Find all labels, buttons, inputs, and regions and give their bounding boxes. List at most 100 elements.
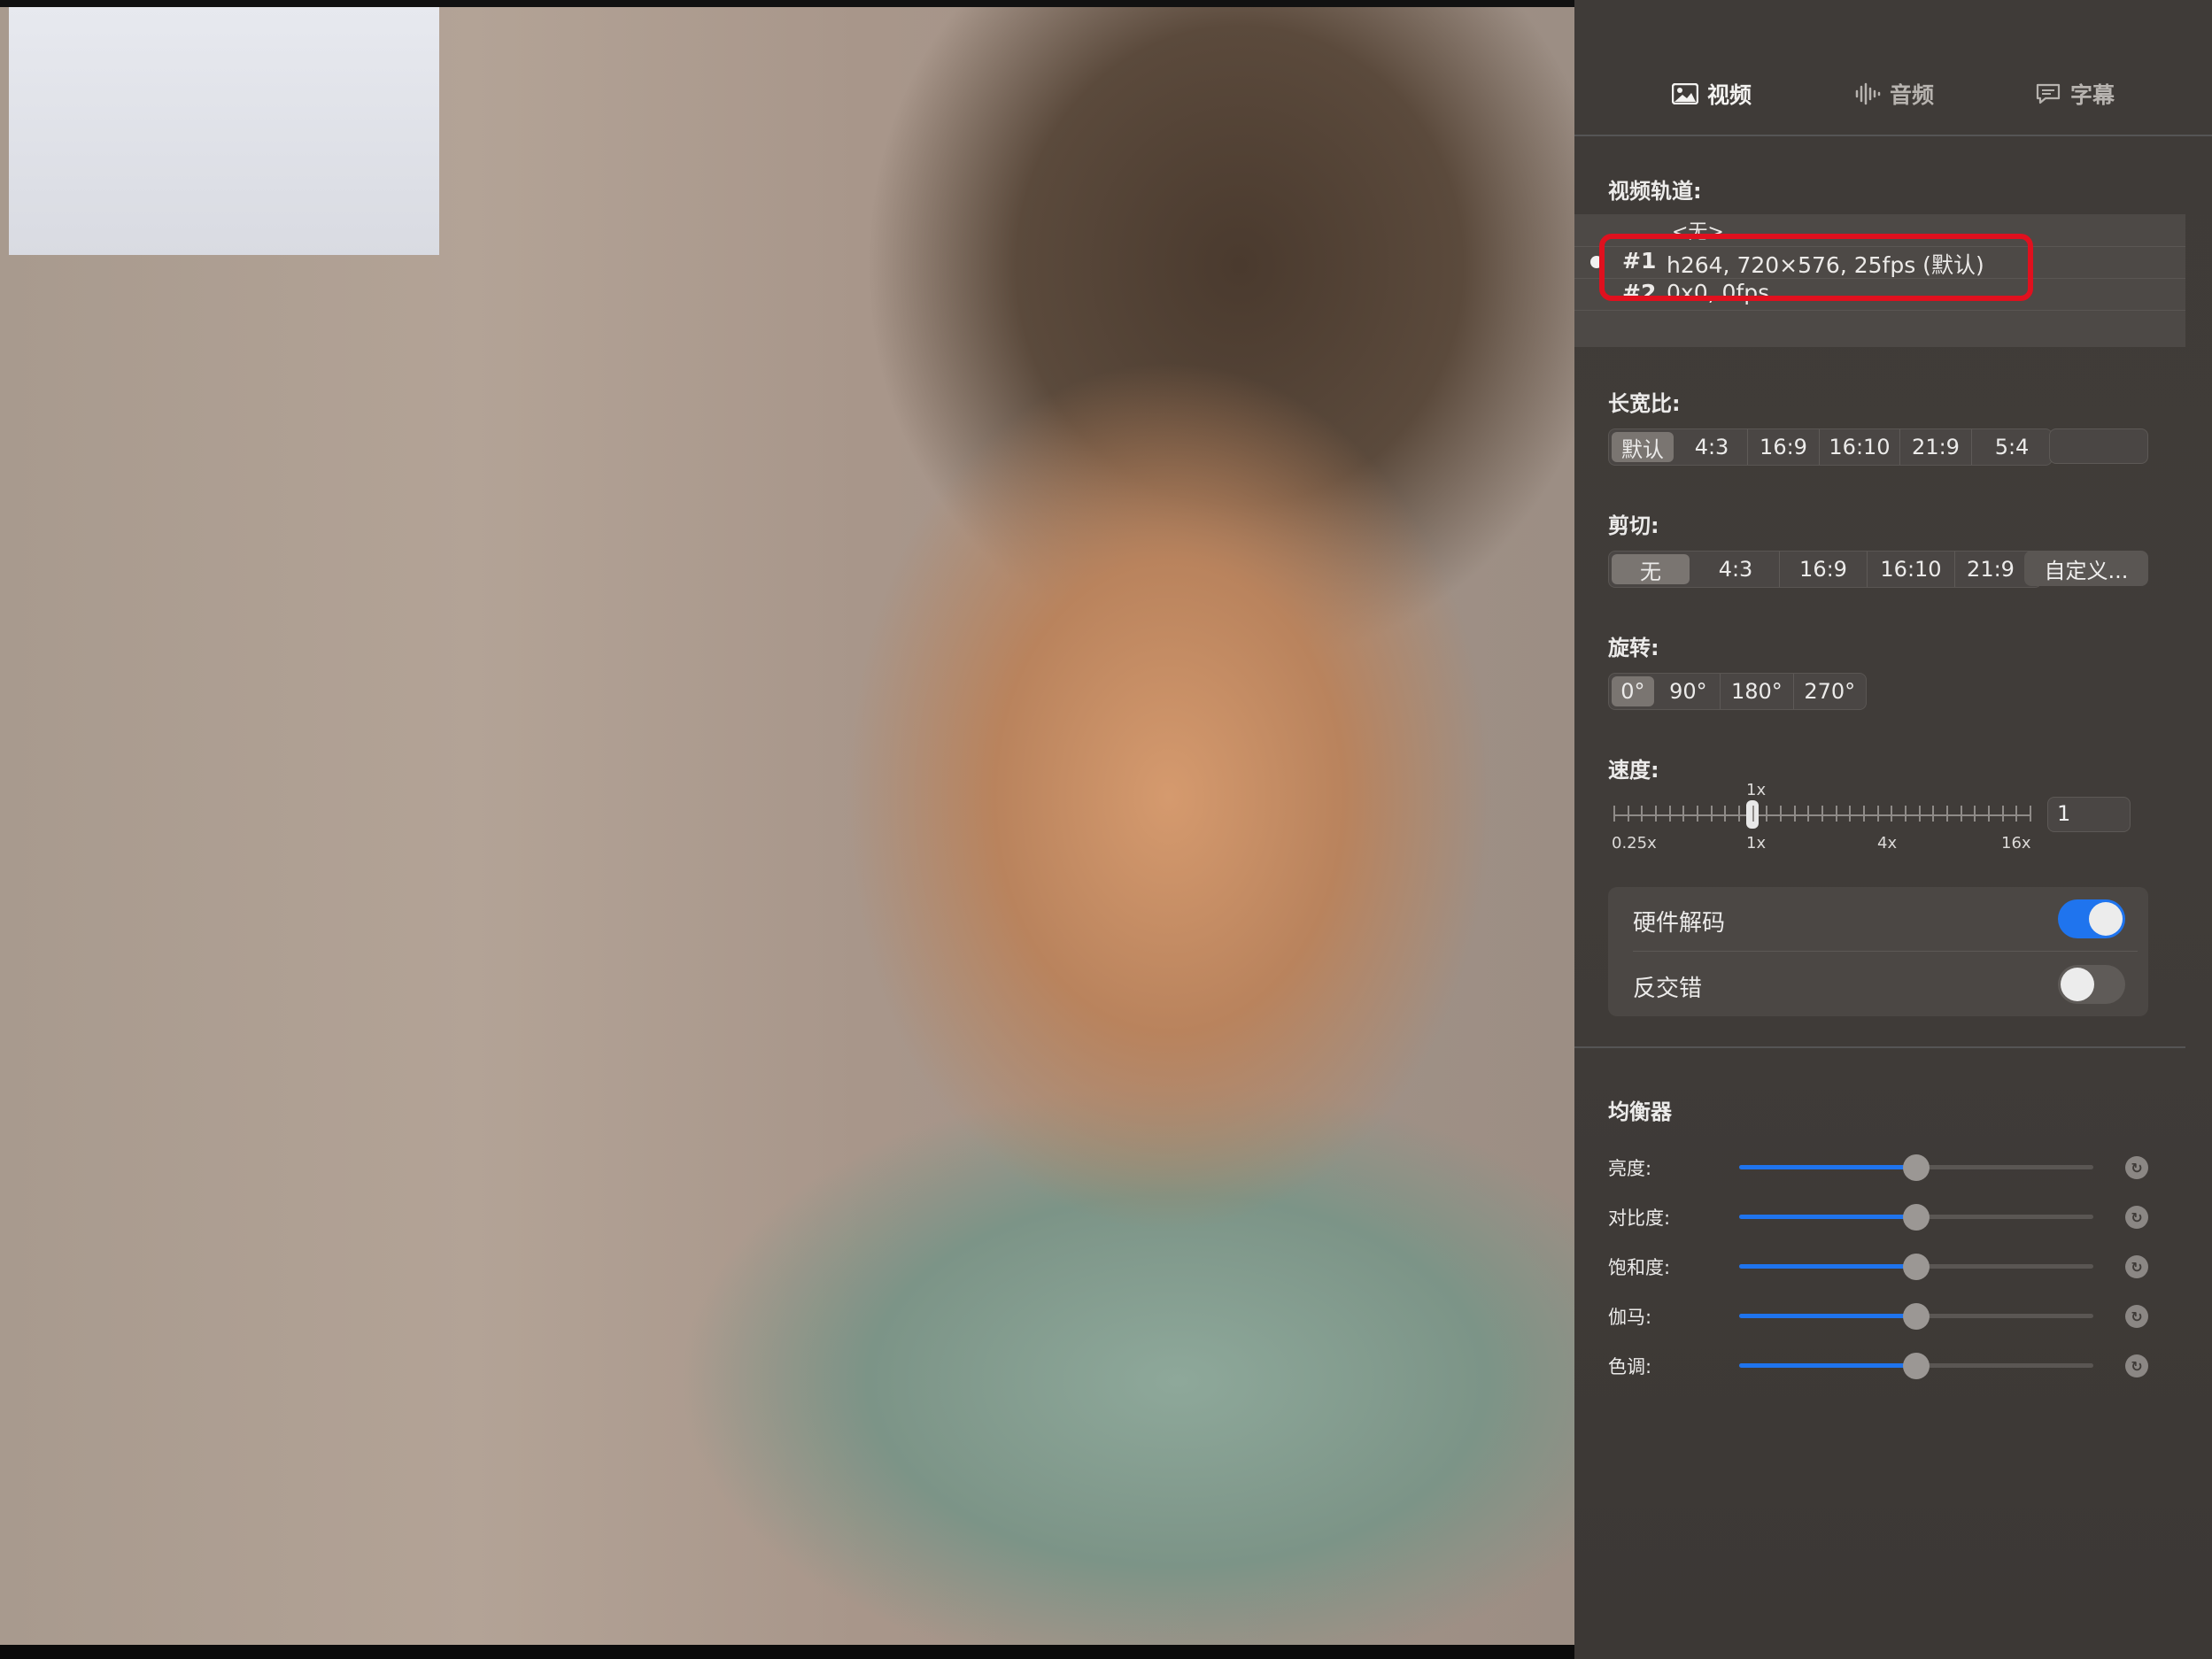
crop-option-21-9[interactable]: 21:9 xyxy=(1955,552,2026,587)
rotation-option-180[interactable]: 180° xyxy=(1721,674,1794,709)
speed-tick-mark xyxy=(2030,806,2031,822)
video-track-list: <无> #1 h264, 720×576, 25fps (默认) #2 0x0,… xyxy=(1574,214,2185,347)
speed-tick-mark xyxy=(1613,806,1615,822)
hw-decode-label: 硬件解码 xyxy=(1633,910,1726,937)
aspect-option-16-9[interactable]: 16:9 xyxy=(1748,429,1820,465)
aspect-option-21-9[interactable]: 21:9 xyxy=(1900,429,1972,465)
tab-video-label: 视频 xyxy=(1707,82,1752,108)
rotation-option-0[interactable]: 0° xyxy=(1612,676,1654,706)
speed-tick-mark xyxy=(1766,806,1768,822)
tab-video[interactable]: 视频 xyxy=(1672,76,1752,112)
speed-current-label: 1x xyxy=(1746,781,1767,799)
track-row-none[interactable]: <无> xyxy=(1574,214,2185,247)
speed-tick-mark xyxy=(1697,806,1698,822)
speed-tick-mark xyxy=(1988,806,1990,822)
speed-tick-mark xyxy=(1946,806,1948,822)
card-divider xyxy=(1633,951,2138,952)
eq-contrast-thumb[interactable] xyxy=(1903,1204,1930,1231)
video-settings-panel: 视频 音频 字幕 视频轨道: <无> #1 h264, 720×576, 25f… xyxy=(1574,0,2212,1659)
speed-tick-mark xyxy=(1710,806,1713,822)
eq-row-contrast: 对比度: ↻ xyxy=(1574,1199,2212,1234)
crop-option-16-10[interactable]: 16:10 xyxy=(1868,552,1955,587)
aspect-option-4-3[interactable]: 4:3 xyxy=(1676,429,1748,465)
speed-tick-mark xyxy=(1905,806,1906,822)
speed-tick-mark xyxy=(1655,806,1657,822)
crop-option-16-9[interactable]: 16:9 xyxy=(1780,552,1868,587)
hw-decode-toggle[interactable] xyxy=(2058,899,2125,938)
eq-hue-fill xyxy=(1739,1363,1916,1368)
crop-selector: 无 4:3 16:9 16:10 21:9 xyxy=(1608,551,2042,588)
eq-row-brightness: 亮度: ↻ xyxy=(1574,1149,2212,1184)
eq-brightness-label: 亮度: xyxy=(1608,1158,1652,1179)
speed-value-input[interactable]: 1 xyxy=(2047,797,2131,832)
reset-icon[interactable]: ↻ xyxy=(2125,1305,2148,1328)
speed-tick-mark xyxy=(1918,806,1921,822)
tab-bar: 视频 音频 字幕 xyxy=(1574,0,2212,136)
crop-custom-button[interactable]: 自定义... xyxy=(2024,551,2148,586)
crop-option-4-3[interactable]: 4:3 xyxy=(1692,552,1780,587)
aspect-option-5-4[interactable]: 5:4 xyxy=(1972,429,2052,465)
eq-hue-thumb[interactable] xyxy=(1903,1353,1930,1379)
tab-subtitles-label: 字幕 xyxy=(2070,82,2115,108)
speed-tick-mark xyxy=(1793,806,1796,822)
rotation-option-90[interactable]: 90° xyxy=(1657,674,1721,709)
eq-row-gamma: 伽马: ↻ xyxy=(1574,1298,2212,1333)
speed-tick-label-1: 1x xyxy=(1746,834,1767,853)
eq-gamma-fill xyxy=(1739,1314,1916,1318)
video-top-edge xyxy=(0,0,1574,7)
decode-options-card: 硬件解码 反交错 xyxy=(1608,887,2148,1016)
track-row-2[interactable]: #2 0x0, 0fps xyxy=(1574,278,2185,311)
screen: 视频 音频 字幕 视频轨道: <无> #1 h264, 720×576, 25f… xyxy=(0,0,2212,1659)
eq-gamma-label: 伽马: xyxy=(1608,1307,1652,1328)
deinterlace-toggle-knob xyxy=(2061,968,2094,1001)
speed-tick-mark xyxy=(1932,806,1935,822)
track-2-description: 0x0, 0fps xyxy=(1667,280,1770,305)
eq-row-saturation: 饱和度: ↻ xyxy=(1574,1248,2212,1284)
speed-tick-mark xyxy=(1682,806,1685,822)
rotation-option-270[interactable]: 270° xyxy=(1794,674,1866,709)
speed-tick-mark xyxy=(2001,806,2004,822)
eq-gamma-thumb[interactable] xyxy=(1903,1303,1930,1330)
deinterlace-toggle[interactable] xyxy=(2058,965,2125,1004)
tab-audio[interactable]: 音频 xyxy=(1854,76,1934,112)
aspect-custom-input[interactable] xyxy=(2049,428,2148,464)
reset-icon[interactable]: ↻ xyxy=(2125,1354,2148,1377)
aspect-option-16-10[interactable]: 16:10 xyxy=(1820,429,1900,465)
speed-tick-mark xyxy=(1849,806,1852,822)
speed-tick-mark xyxy=(1627,806,1629,822)
speed-tick-mark xyxy=(1641,806,1644,822)
video-bottom-edge xyxy=(0,1645,1574,1659)
aspect-ratio-selector: 默认 4:3 16:9 16:10 21:9 5:4 xyxy=(1608,428,2053,466)
tab-subtitles[interactable]: 字幕 xyxy=(2035,76,2115,112)
track-1-description: h264, 720×576, 25fps (默认) xyxy=(1667,252,1984,278)
speed-title: 速度: xyxy=(1608,758,1659,783)
crop-option-none[interactable]: 无 xyxy=(1612,554,1690,584)
video-tracks-title: 视频轨道: xyxy=(1608,179,1702,204)
aspect-option-default[interactable]: 默认 xyxy=(1612,432,1674,462)
track-row-1[interactable]: #1 h264, 720×576, 25fps (默认) xyxy=(1574,246,2185,279)
hw-decode-toggle-knob xyxy=(2089,902,2123,936)
speed-tick-mark xyxy=(1863,806,1865,822)
speed-tick-mark xyxy=(1835,806,1837,822)
speed-tick-mark xyxy=(1738,806,1740,822)
deinterlace-label: 反交错 xyxy=(1633,976,1703,1002)
speed-tick-mark xyxy=(1821,806,1823,822)
speed-tick-label-3: 16x xyxy=(2001,834,2031,853)
eq-contrast-label: 对比度: xyxy=(1608,1208,1671,1229)
waveform-icon xyxy=(1854,82,1881,105)
speech-bubble-icon xyxy=(2035,82,2061,105)
speed-tick-mark xyxy=(1724,806,1727,822)
crop-title: 剪切: xyxy=(1608,513,1659,538)
reset-icon[interactable]: ↻ xyxy=(2125,1255,2148,1278)
eq-brightness-thumb[interactable] xyxy=(1903,1154,1930,1181)
eq-saturation-thumb[interactable] xyxy=(1903,1254,1930,1280)
hw-decode-row: 硬件解码 xyxy=(1608,887,2148,951)
rotation-title: 旋转: xyxy=(1608,636,1659,660)
reset-icon[interactable]: ↻ xyxy=(2125,1156,2148,1179)
selected-dot-icon xyxy=(1590,256,1603,268)
reset-icon[interactable]: ↻ xyxy=(2125,1206,2148,1229)
aspect-ratio-title: 长宽比: xyxy=(1608,391,1681,416)
video-frame[interactable] xyxy=(0,0,1574,1659)
track-1-number: #1 xyxy=(1622,248,1657,274)
rotation-selector: 0° 90° 180° 270° xyxy=(1608,673,1867,710)
